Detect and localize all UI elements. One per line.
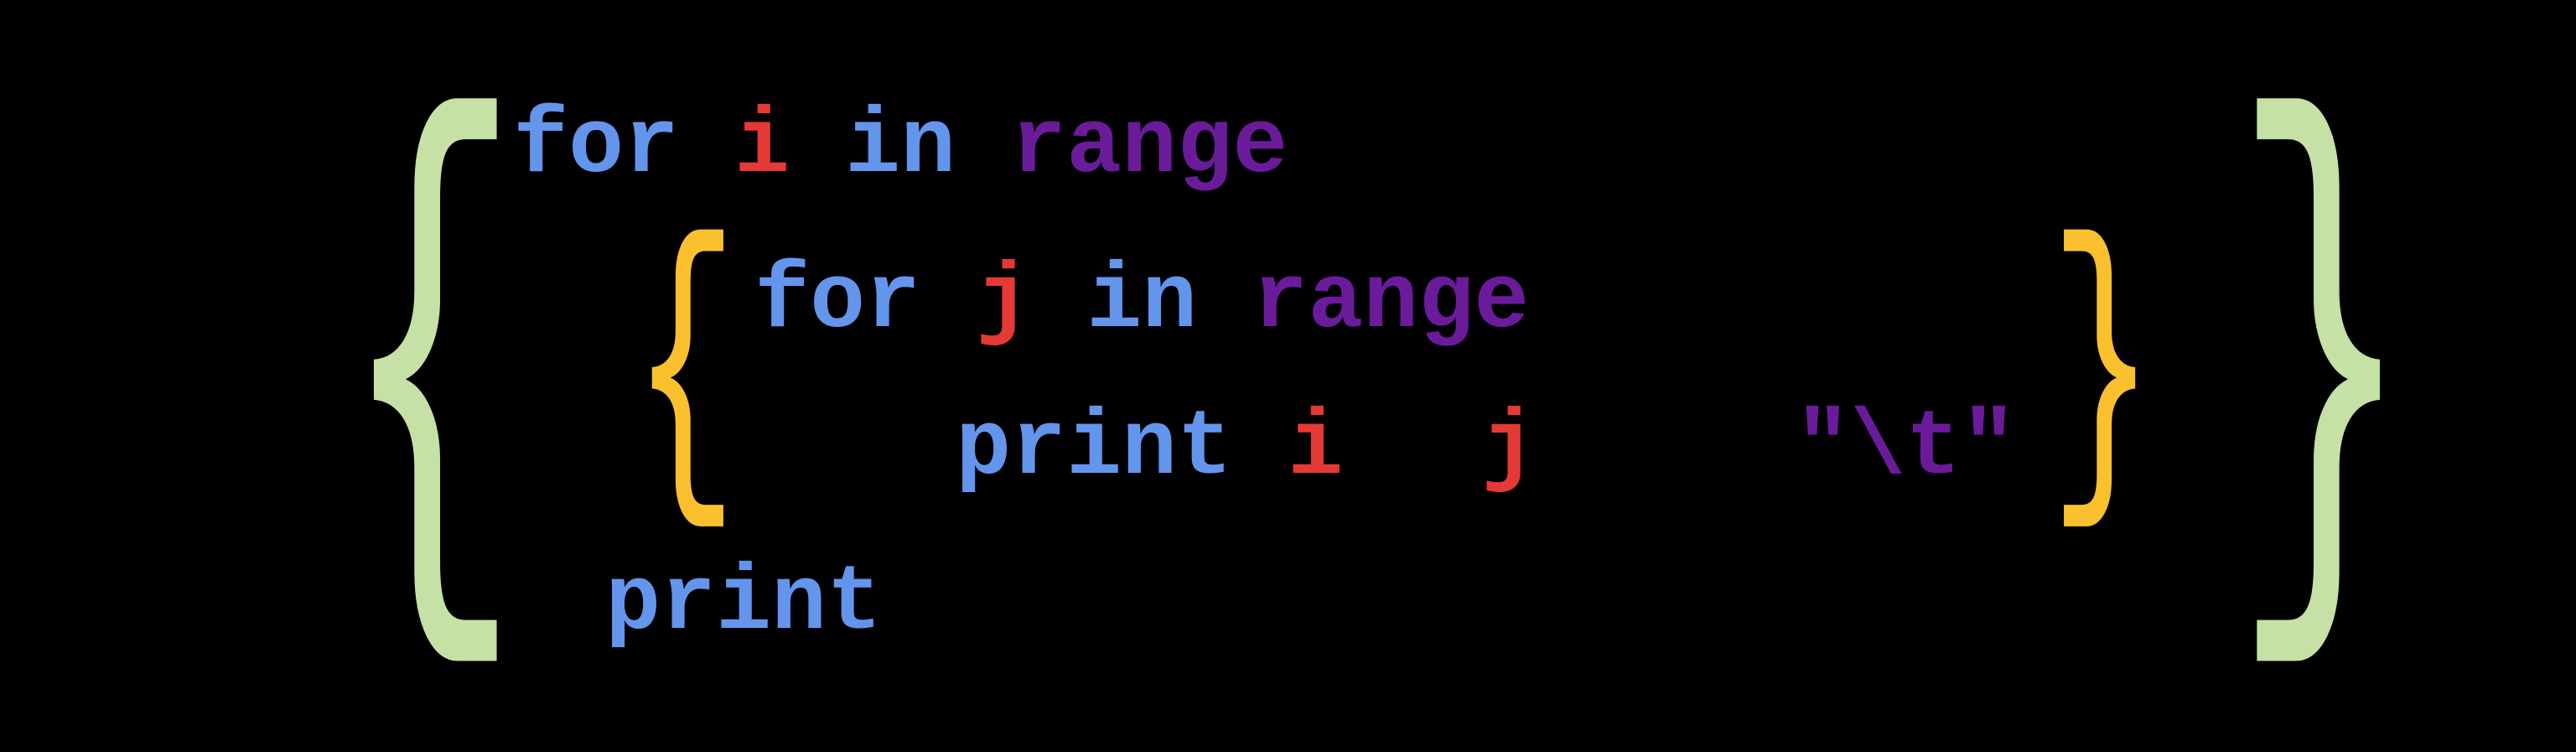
outer-brace-close-icon: } <box>2232 165 2413 588</box>
inner-block: { for j in range print i j "\t" } <box>513 240 2241 512</box>
inner-block-content: for j in range print i j "\t" <box>729 240 2041 512</box>
variable-j: j <box>976 257 1031 349</box>
inner-brace-open-icon: { <box>633 265 738 488</box>
variable-i: i <box>1288 403 1343 495</box>
function-print: print <box>605 558 882 651</box>
code-line-3: print i j "\t" <box>754 403 2016 495</box>
keyword-in: in <box>845 101 956 194</box>
outer-block-content: for i in range { for j in range print i … <box>496 68 2257 684</box>
code-block: { for i in range { for j in range print … <box>159 68 2576 684</box>
outer-brace-open-icon: { <box>340 165 521 588</box>
inner-brace-close-icon: } <box>2050 265 2154 488</box>
keyword-in: in <box>1086 257 1197 349</box>
string-tab: "\t" <box>1795 403 2016 495</box>
code-line-4: print <box>513 558 2241 651</box>
function-print: print <box>956 403 1232 495</box>
function-range: range <box>1252 257 1529 349</box>
code-line-1: for i in range <box>513 101 2241 194</box>
function-range: range <box>1011 101 1288 194</box>
variable-i: i <box>734 101 790 194</box>
code-line-2: for j in range <box>754 257 2016 349</box>
variable-j: j <box>1481 403 1537 495</box>
keyword-for: for <box>754 257 920 349</box>
keyword-for: for <box>513 101 679 194</box>
